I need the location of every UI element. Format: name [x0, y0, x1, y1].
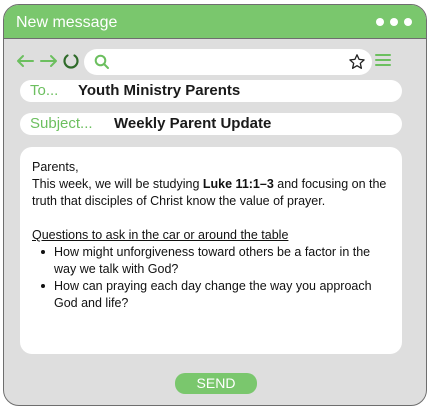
message-greeting: Parents,: [32, 160, 79, 174]
scripture-reference: Luke 11:1–3: [202, 177, 274, 191]
hamburger-menu-icon[interactable]: [374, 52, 392, 68]
questions-list: How might unforgiveness toward others be…: [32, 244, 390, 312]
refresh-icon[interactable]: [60, 50, 82, 72]
question-item: How can praying each day change the way …: [32, 278, 390, 312]
window-title: New message: [16, 14, 118, 31]
search-icon[interactable]: [94, 54, 110, 70]
intro-text-start: This week, we will be studying: [32, 177, 203, 191]
dot-icon: [390, 18, 398, 26]
question-item: How might unforgiveness toward others be…: [32, 244, 390, 278]
subject-value[interactable]: Weekly Parent Update: [114, 113, 271, 135]
subject-field[interactable]: Subject... Weekly Parent Update: [20, 113, 402, 135]
to-label: To...: [30, 82, 59, 99]
to-value[interactable]: Youth Ministry Parents: [78, 80, 240, 102]
send-button[interactable]: SEND: [175, 373, 257, 394]
message-body[interactable]: Parents, This week, we will be studying …: [20, 147, 402, 354]
subject-label: Subject...: [30, 115, 93, 132]
url-bar[interactable]: [84, 49, 372, 75]
arrow-left-icon[interactable]: [14, 50, 36, 72]
to-field[interactable]: To... Youth Ministry Parents: [20, 80, 402, 102]
title-bar: New message: [4, 5, 426, 39]
message-window: New message To... Youth Ministry Parents…: [3, 4, 427, 406]
questions-heading: Questions to ask in the car or around th…: [32, 228, 289, 242]
dot-icon: [376, 18, 384, 26]
dot-icon: [404, 18, 412, 26]
star-icon[interactable]: [348, 53, 366, 71]
browser-toolbar: [4, 41, 426, 81]
arrow-right-icon[interactable]: [38, 50, 60, 72]
window-options-icon[interactable]: [376, 18, 412, 26]
message-intro: This week, we will be studying Luke 11:1…: [32, 176, 390, 210]
